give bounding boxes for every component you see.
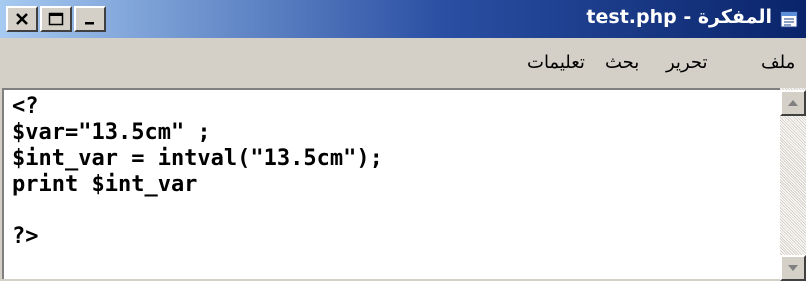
- code-line: $var="13.5cm" ;: [12, 120, 211, 145]
- notepad-window: test.php - المفكرة ملف تحرير بحث تعليمات…: [0, 0, 806, 281]
- scroll-down-button[interactable]: [780, 255, 806, 281]
- text-editor[interactable]: <? $var="13.5cm" ; $int_var = intval("13…: [2, 88, 788, 279]
- close-icon: [16, 13, 28, 25]
- scroll-up-button[interactable]: [780, 90, 806, 116]
- code-line: <?: [12, 94, 39, 119]
- minimize-button[interactable]: [74, 6, 106, 32]
- arrow-up-icon: [788, 100, 798, 106]
- menu-bar: ملف تحرير بحث تعليمات: [0, 38, 806, 88]
- notepad-icon: [780, 11, 798, 28]
- menu-file[interactable]: ملف: [761, 52, 795, 73]
- menu-edit[interactable]: تحرير: [666, 52, 708, 73]
- menu-search[interactable]: بحث: [605, 52, 639, 73]
- code-line: $int_var = intval("13.5cm");: [12, 146, 383, 171]
- title-bar[interactable]: test.php - المفكرة: [0, 0, 806, 38]
- window-title: test.php - المفكرة: [586, 6, 772, 28]
- close-button[interactable]: [6, 6, 38, 32]
- arrow-down-icon: [788, 265, 798, 271]
- maximize-icon: [48, 12, 64, 26]
- code-line: print $int_var: [12, 172, 198, 197]
- vertical-scrollbar[interactable]: [780, 88, 806, 281]
- menu-help[interactable]: تعليمات: [527, 52, 585, 73]
- code-line: ?>: [12, 224, 39, 249]
- maximize-button[interactable]: [40, 6, 72, 32]
- minimize-icon: [85, 22, 94, 25]
